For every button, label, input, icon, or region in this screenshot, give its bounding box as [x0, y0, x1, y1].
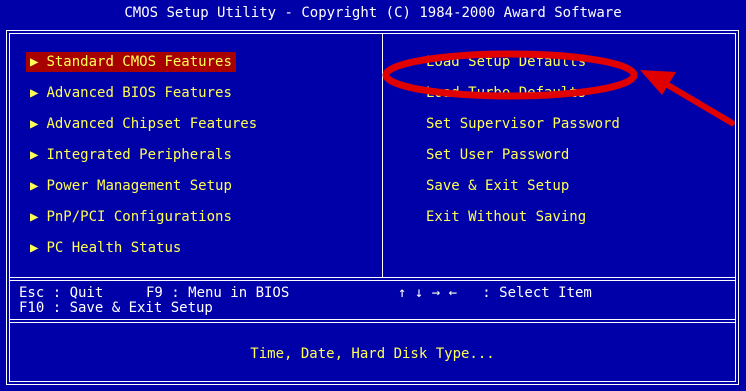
status-top-divider: [10, 322, 735, 323]
help-select-item: ↑ ↓ → ← : Select Item: [398, 285, 592, 301]
menu-item-label: Integrated Peripherals: [46, 147, 232, 163]
menu-item-advanced-bios-features[interactable]: ▶ Advanced BIOS Features: [26, 83, 236, 103]
menu-item-save-exit-setup[interactable]: Save & Exit Setup: [422, 176, 573, 196]
menu-item-label: Power Management Setup: [46, 178, 232, 194]
menu-item-load-setup-defaults[interactable]: Load Setup Defaults: [422, 52, 590, 72]
menu-item-pc-health-status[interactable]: ▶ PC Health Status: [26, 238, 185, 258]
window-title: CMOS Setup Utility - Copyright (C) 1984-…: [124, 5, 622, 21]
menu-item-label: Load Turbo Defaults: [426, 85, 587, 101]
menu-item-set-supervisor-password[interactable]: Set Supervisor Password: [422, 114, 624, 134]
help-bottom-divider: [10, 319, 735, 320]
status-line: Time, Date, Hard Disk Type...: [250, 346, 495, 362]
triangle-right-icon: ▶: [30, 116, 39, 132]
triangle-right-icon: ▶: [30, 178, 39, 194]
menu-item-integrated-peripherals[interactable]: ▶ Integrated Peripherals: [26, 145, 236, 165]
help-f9-menu: F9 : Menu in BIOS: [146, 285, 290, 301]
menu-item-label: Set Supervisor Password: [426, 116, 620, 132]
menu-item-label: PC Health Status: [46, 240, 182, 256]
menu-item-exit-without-saving[interactable]: Exit Without Saving: [422, 207, 590, 227]
menu-item-label: Exit Without Saving: [426, 209, 587, 225]
window-title-bar: CMOS Setup Utility - Copyright (C) 1984-…: [0, 0, 746, 26]
column-divider: [382, 34, 383, 277]
menu-item-label: Standard CMOS Features: [46, 54, 232, 70]
triangle-right-icon: ▶: [30, 85, 39, 101]
menu-item-pnp-pci-configurations[interactable]: ▶ PnP/PCI Configurations: [26, 207, 236, 227]
menu-item-label: Load Setup Defaults: [426, 54, 587, 70]
triangle-right-icon: ▶: [30, 209, 39, 225]
help-f10-save-exit: F10 : Save & Exit Setup: [19, 300, 213, 316]
menu-item-load-turbo-defaults[interactable]: Load Turbo Defaults: [422, 83, 590, 103]
menu-item-label: Advanced Chipset Features: [46, 116, 258, 132]
triangle-right-icon: ▶: [30, 147, 39, 163]
menu-item-label: Save & Exit Setup: [426, 178, 570, 194]
menu-item-standard-cmos-features[interactable]: ▶ Standard CMOS Features: [26, 52, 236, 72]
triangle-right-icon: ▶: [30, 240, 39, 256]
help-esc-quit: Esc : Quit: [19, 285, 104, 301]
menu-bottom-divider: [10, 277, 735, 278]
menu-item-label: PnP/PCI Configurations: [46, 209, 232, 225]
menu-item-power-management-setup[interactable]: ▶ Power Management Setup: [26, 176, 236, 196]
bios-screen: ▶ Standard CMOS Features ▶ Advanced BIOS F…: [0, 26, 746, 391]
triangle-right-icon: ▶: [30, 54, 39, 70]
menu-item-set-user-password[interactable]: Set User Password: [422, 145, 573, 165]
help-top-divider: [10, 280, 735, 281]
menu-item-advanced-chipset-features[interactable]: ▶ Advanced Chipset Features: [26, 114, 261, 134]
menu-item-label: Set User Password: [426, 147, 570, 163]
menu-item-label: Advanced BIOS Features: [46, 85, 232, 101]
